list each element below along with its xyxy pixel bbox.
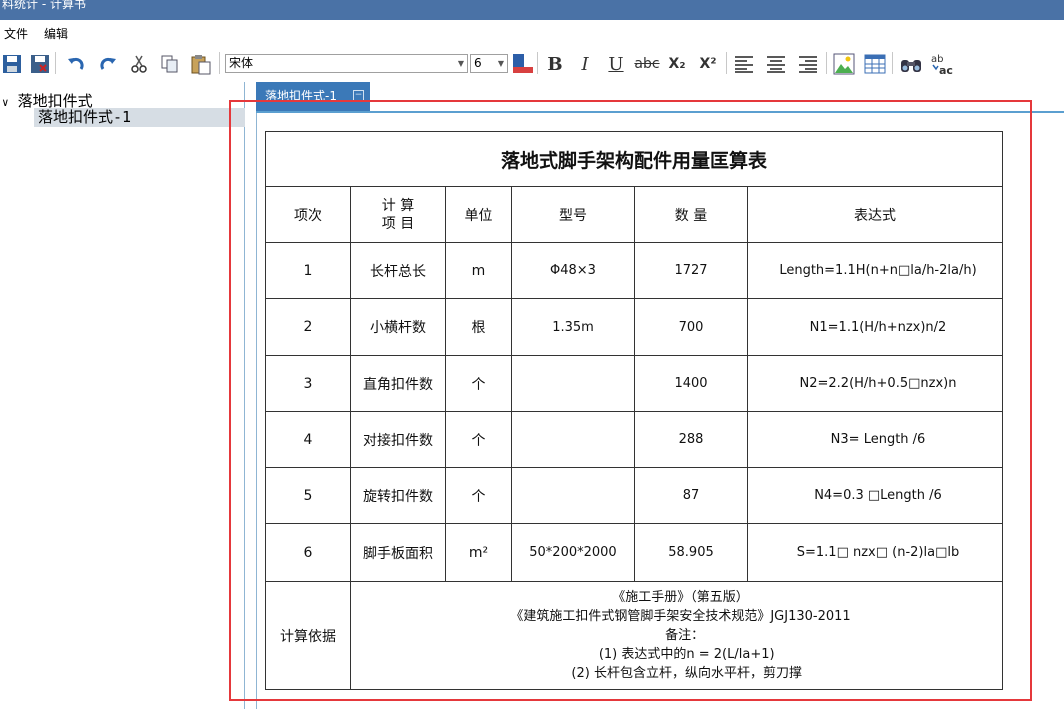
insert-image-icon[interactable] xyxy=(832,52,856,76)
copy-icon[interactable] xyxy=(158,52,182,76)
chevron-down-icon: ▼ xyxy=(497,59,504,68)
align-right-icon[interactable] xyxy=(796,52,820,76)
tree-node-child-selected[interactable]: 落地扣件式-1 xyxy=(34,108,245,127)
font-name-select[interactable]: 宋体 ▼ xyxy=(225,54,468,73)
insert-table-icon[interactable] xyxy=(863,52,887,76)
underline-icon[interactable]: U xyxy=(604,52,628,76)
superscript-icon[interactable]: X² xyxy=(696,52,720,76)
redo-icon[interactable] xyxy=(96,52,120,76)
menu-bar: 文件 编辑 xyxy=(0,20,1064,44)
highlight-frame xyxy=(229,100,1032,701)
font-size-value: 6 xyxy=(474,56,482,70)
save-icon[interactable] xyxy=(0,52,24,76)
font-size-select[interactable]: 6 ▼ xyxy=(470,54,508,73)
tree-child-label: 落地扣件式-1 xyxy=(38,108,132,126)
svg-text:ac: ac xyxy=(939,64,953,76)
tree-expand-toggle[interactable]: ∨ xyxy=(2,96,9,109)
window-title: 料统计 - 计算书 xyxy=(2,0,86,11)
align-center-icon[interactable] xyxy=(764,52,788,76)
replace-icon[interactable]: ab ac xyxy=(930,52,954,76)
paste-icon[interactable] xyxy=(189,52,213,76)
italic-icon[interactable]: I xyxy=(573,52,597,76)
toolbar: 宋体 ▼ 6 ▼ B I U abc X₂ X² ab ac xyxy=(0,46,1064,80)
bold-icon[interactable]: B xyxy=(543,52,567,76)
find-icon[interactable] xyxy=(899,52,923,76)
cut-icon[interactable] xyxy=(127,52,151,76)
menu-edit[interactable]: 编辑 xyxy=(44,25,68,42)
save-all-icon[interactable] xyxy=(28,52,52,76)
undo-icon[interactable] xyxy=(64,52,88,76)
tree-panel: ∨ 落地扣件式 落地扣件式-1 xyxy=(0,82,245,709)
chevron-down-icon: ▼ xyxy=(457,59,464,68)
window-title-bar: 料统计 - 计算书 xyxy=(0,0,1064,20)
font-color-icon[interactable] xyxy=(510,52,534,76)
menu-file[interactable]: 文件 xyxy=(4,25,28,42)
strikethrough-icon[interactable]: abc xyxy=(633,52,661,76)
font-name-value: 宋体 xyxy=(229,56,254,70)
align-left-icon[interactable] xyxy=(732,52,756,76)
subscript-icon[interactable]: X₂ xyxy=(665,52,689,76)
